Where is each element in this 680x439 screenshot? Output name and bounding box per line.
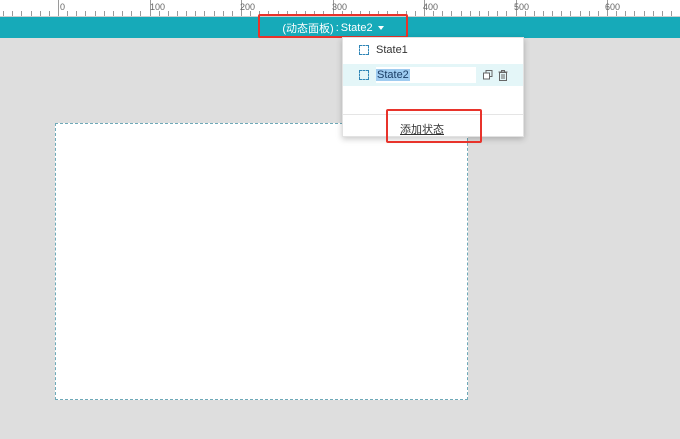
ruler-label-300: 300 xyxy=(332,2,348,12)
dynamic-panel-canvas[interactable] xyxy=(55,123,468,400)
state-list-item-state1[interactable]: State1 xyxy=(343,39,523,61)
state-list-item-state2[interactable]: State2 xyxy=(343,64,523,86)
menu-divider xyxy=(343,114,523,115)
panel-type-label: (动态面板) xyxy=(282,22,334,35)
current-state-label: State2 xyxy=(340,21,373,34)
state-icon xyxy=(359,70,369,80)
ruler-label-200: 200 xyxy=(240,2,256,12)
add-state-button[interactable]: 添加状态 xyxy=(400,121,444,137)
ruler-label-500: 500 xyxy=(514,2,530,12)
state-selector-dropdown[interactable]: (动态面板) : State2 xyxy=(262,17,404,38)
duplicate-icon[interactable] xyxy=(482,69,494,81)
ruler-label-600: 600 xyxy=(605,2,621,12)
state-name: State1 xyxy=(376,44,408,56)
ruler-label-0: 0 xyxy=(60,2,66,12)
label-separator: : xyxy=(335,21,339,34)
state-name-input[interactable]: State2 xyxy=(376,67,476,83)
chevron-down-icon xyxy=(377,25,384,30)
ruler-label-100: 100 xyxy=(150,2,166,12)
state-dropdown-menu: State1 State2 添加状态 xyxy=(342,37,524,137)
horizontal-ruler: 0 100 200 300 400 500 600 xyxy=(0,0,680,17)
state-icon xyxy=(359,45,369,55)
ruler-label-400: 400 xyxy=(423,2,439,12)
trash-icon[interactable] xyxy=(497,69,509,81)
state-name-selected-text: State2 xyxy=(376,69,410,81)
